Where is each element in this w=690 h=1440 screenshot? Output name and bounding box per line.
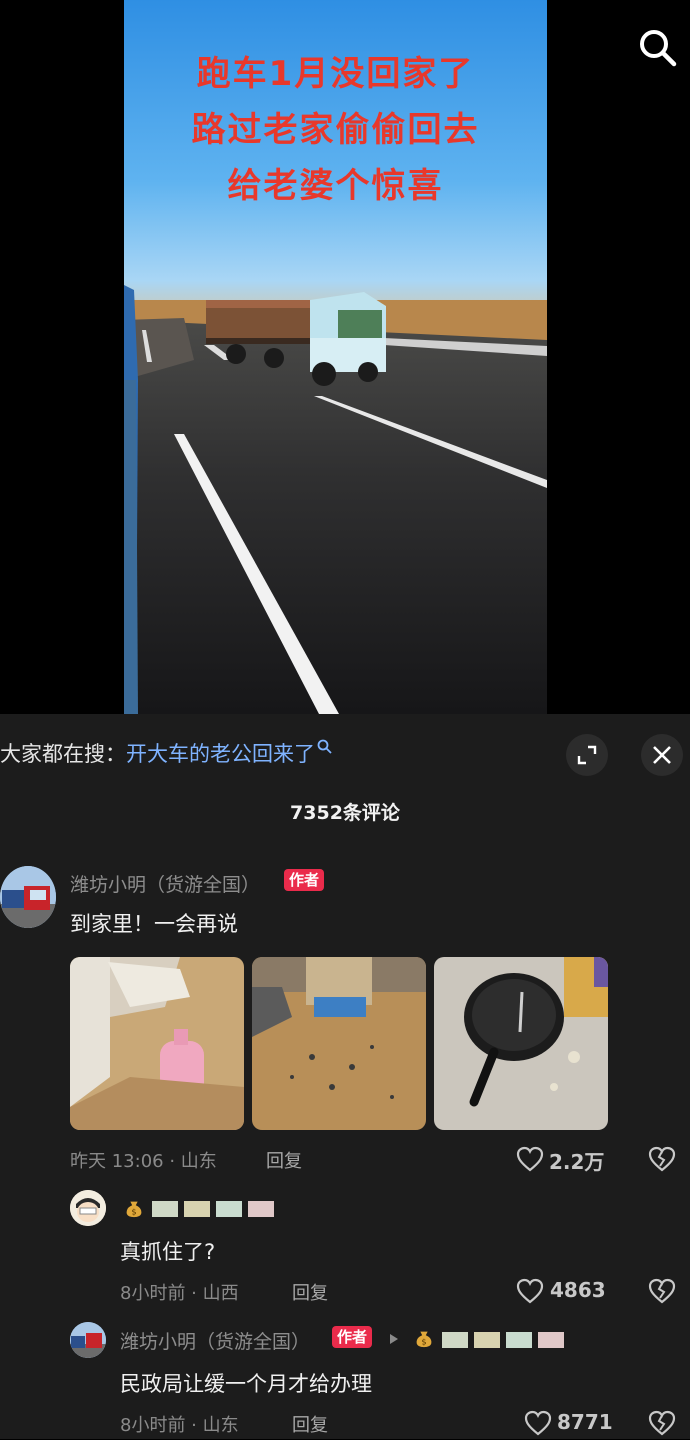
dislike-button[interactable] — [648, 1146, 676, 1172]
like-count: 4863 — [550, 1278, 606, 1302]
reply-button[interactable]: 回复 — [266, 1147, 302, 1173]
like-count: 2.2万 — [549, 1150, 605, 1174]
video-frame[interactable]: 跑车1月没回家了 路过老家偷偷回去 给老婆个惊喜 — [124, 0, 547, 714]
reply-meta: 8小时前 · 山东 — [120, 1415, 239, 1436]
expand-button[interactable] — [566, 734, 608, 776]
author-badge: 作者 — [284, 869, 325, 891]
reply-avatar[interactable] — [70, 1190, 106, 1226]
level-badges-icon — [442, 1332, 564, 1348]
money-bag-icon: $ — [416, 1331, 432, 1348]
hot-search-prefix: 大家都在搜： — [0, 742, 126, 766]
video-caption-line-2: 路过老家偷偷回去 — [191, 110, 480, 150]
wok-photo — [434, 957, 608, 1130]
comment-username[interactable]: 潍坊小明（货游全国） — [70, 870, 260, 897]
bathroom-floor-photo — [70, 957, 244, 1130]
avatar-truck-image — [0, 866, 56, 928]
like-button[interactable] — [516, 1146, 544, 1172]
like-count: 8771 — [557, 1410, 613, 1434]
comment-image-2[interactable] — [252, 957, 426, 1130]
level-badges-icon — [152, 1201, 274, 1217]
svg-text:$: $ — [131, 1206, 136, 1216]
svg-text:$: $ — [421, 1336, 426, 1346]
heart-icon — [516, 1278, 544, 1304]
heart-icon — [516, 1146, 544, 1172]
avatar[interactable] — [0, 866, 56, 928]
reply-button[interactable]: 回复 — [292, 1279, 328, 1305]
dislike-button[interactable] — [648, 1410, 676, 1436]
heart-icon — [524, 1410, 552, 1436]
reply-username[interactable]: 潍坊小明（货游全国） — [120, 1327, 310, 1354]
comments-panel: 大家都在搜：开大车的老公回来了 7352条评论 潍坊小明（货游全国） 作者 到家… — [0, 714, 690, 1439]
broken-glass-floor-photo — [252, 957, 426, 1130]
comment-text: 到家里！一会再说 — [70, 912, 238, 936]
close-icon — [653, 746, 671, 764]
reply-meta: 8小时前 · 山西 — [120, 1283, 239, 1304]
comment-image-3[interactable] — [434, 957, 608, 1130]
video-caption-line-3: 给老婆个惊喜 — [227, 166, 444, 206]
hot-search-keyword[interactable]: 开大车的老公回来了 — [126, 742, 315, 766]
reply-text: 真抓住了? — [120, 1240, 216, 1264]
broken-heart-icon — [648, 1410, 676, 1436]
money-bag-icon: $ — [126, 1201, 142, 1218]
comment-meta: 昨天 13:06 · 山东 — [70, 1151, 217, 1172]
video-caption-line-1: 跑车1月没回家了 — [196, 54, 475, 94]
search-icon — [640, 30, 677, 67]
dislike-button[interactable] — [648, 1278, 676, 1304]
search-button[interactable] — [636, 26, 680, 70]
reply-text: 民政局让缓一个月才给办理 — [120, 1372, 372, 1396]
like-button[interactable] — [516, 1278, 544, 1304]
video-player[interactable]: 跑车1月没回家了 路过老家偷偷回去 给老婆个惊喜 — [0, 0, 690, 714]
cartoon-avatar-image — [70, 1190, 106, 1226]
reply-arrow-icon — [390, 1334, 398, 1344]
close-button[interactable] — [641, 734, 683, 776]
like-button[interactable] — [524, 1410, 552, 1436]
avatar-truck-image — [70, 1322, 106, 1358]
broken-heart-icon — [648, 1146, 676, 1172]
broken-heart-icon — [648, 1278, 676, 1304]
reply-button[interactable]: 回复 — [292, 1411, 328, 1437]
reply-avatar[interactable] — [70, 1322, 106, 1358]
comment-count: 7352条评论 — [290, 802, 400, 824]
expand-icon — [577, 745, 597, 765]
comment-image-1[interactable] — [70, 957, 244, 1130]
hot-search-bar[interactable]: 大家都在搜：开大车的老公回来了 — [0, 738, 333, 768]
small-search-icon — [317, 739, 332, 754]
author-badge: 作者 — [332, 1326, 373, 1348]
